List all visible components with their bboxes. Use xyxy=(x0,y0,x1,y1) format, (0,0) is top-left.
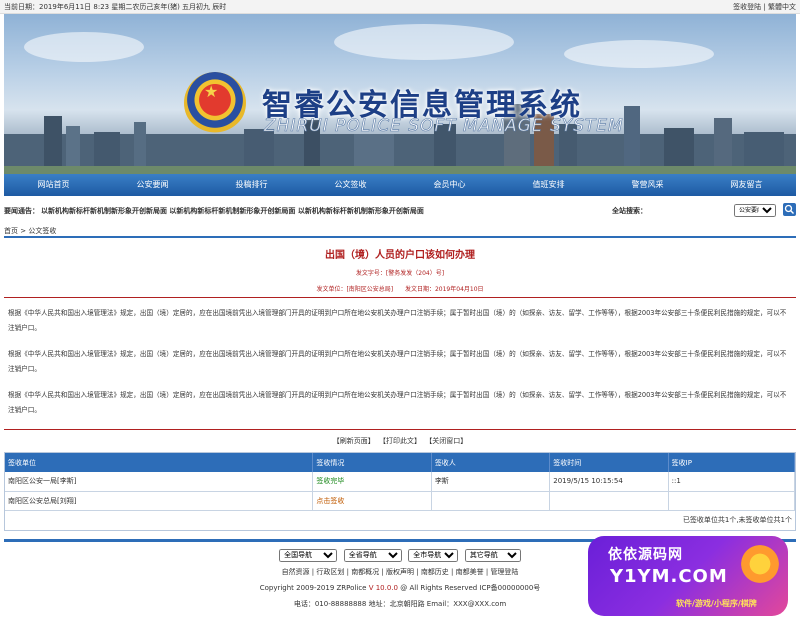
top-bar: 当前日期：2019年6月11日 8:23 星期二农历己亥年(猪) 五月初九 辰时… xyxy=(0,0,800,14)
copyright-text: Copyright 2009-2019 ZRPolice xyxy=(259,583,367,592)
site-banner: ★ 智睿公安信息管理系统 ZHIRUI POLICE SOFT MANAGE S… xyxy=(4,14,796,174)
table-cell xyxy=(549,491,669,511)
article-paragraph: 根据《中华人民共和国出入境管理法》规定，出国（境）定居的，应在出国境前凭出入境管… xyxy=(8,350,787,373)
sign-table-container: 签收单位 签收情况 签收人 签收时间 签收IP 南阳区公安一局[李斯] 签收完毕… xyxy=(4,452,796,531)
notice-ticker[interactable]: 以新机构新标杆新机制新形象开创新局面 以新机构新标杆新机制新形象开创新局面 以新… xyxy=(41,206,424,216)
search-label: 全站搜索： xyxy=(612,207,647,215)
city-nav-select[interactable]: 全市导航 xyxy=(408,548,459,562)
article-paragraph: 根据《中华人民共和国出入境管理法》规定，出国（境）定居的，应在出国境前凭出入境管… xyxy=(8,391,787,414)
footer-link[interactable]: 南都历史 xyxy=(421,568,449,576)
issue-date: 发文日期：2019年04月10日 xyxy=(404,286,484,293)
divider xyxy=(4,297,796,298)
nav-document-sign[interactable]: 公文签收 xyxy=(301,174,400,196)
article-meta: 发文单位：[南阳区公安总局] 发文日期：2019年04月10日 xyxy=(4,284,796,293)
table-row: 南阳区公安总局[刘翔] 点击签收 xyxy=(5,491,796,511)
table-cell: 2019/5/15 10:15:54 xyxy=(549,472,669,492)
print-article-link[interactable]: 【打印此文】 xyxy=(379,437,421,445)
breadcrumb[interactable]: 首页 > 公文签收 xyxy=(4,226,796,238)
footer-link[interactable]: 自然资源 xyxy=(282,568,310,576)
traditional-chinese-link[interactable]: 繁體中文 xyxy=(768,3,796,11)
table-cell xyxy=(431,491,551,511)
nav-duty-schedule[interactable]: 值班安排 xyxy=(499,174,598,196)
nav-police-gallery[interactable]: 警营风采 xyxy=(598,174,697,196)
issuing-unit: 发文单位：[南阳区公安总局] xyxy=(316,286,394,293)
refresh-page-link[interactable]: 【刷新页面】 xyxy=(333,437,375,445)
status-signed: 签收完毕 xyxy=(312,472,432,492)
column-header: 签收单位 xyxy=(5,453,314,472)
footer-link[interactable]: 版权声明 xyxy=(386,568,414,576)
watermark-logo-icon xyxy=(736,540,784,588)
column-header: 签收时间 xyxy=(549,453,669,472)
sign-in-link[interactable]: 签收登陆 xyxy=(733,3,761,11)
provincial-nav-select[interactable]: 全省导航 xyxy=(343,548,402,562)
table-header-row: 签收单位 签收情况 签收人 签收时间 签收IP xyxy=(5,453,796,472)
nav-home[interactable]: 网站首页 xyxy=(4,174,103,196)
footer-link[interactable]: 南都概况 xyxy=(351,568,379,576)
footer-link[interactable]: 南都美誉 xyxy=(456,568,484,576)
footer-link[interactable]: 行政区划 xyxy=(316,568,344,576)
nav-guestbook[interactable]: 网友留言 xyxy=(697,174,796,196)
table-cell: 南阳区公安一局[李斯] xyxy=(5,472,314,492)
search-icon xyxy=(784,204,794,214)
article-paragraph: 根据《中华人民共和国出入境管理法》规定，出国（境）定居的，应在出国境前凭出入境管… xyxy=(8,309,787,332)
star-icon: ★ xyxy=(204,82,219,101)
click-to-sign-link[interactable]: 点击签收 xyxy=(312,491,432,511)
sign-table: 签收单位 签收情况 签收人 签收时间 签收IP 南阳区公安一局[李斯] 签收完毕… xyxy=(5,453,796,511)
version: V 10.0.0 xyxy=(368,583,398,592)
other-nav-select[interactable]: 其它导航 xyxy=(464,548,521,562)
notice-label: 要闻通告： xyxy=(4,207,39,215)
nav-member-center[interactable]: 会员中心 xyxy=(400,174,499,196)
table-cell: 李斯 xyxy=(431,472,551,492)
column-header: 签收人 xyxy=(431,453,551,472)
watermark-domain: Y1YM.COM xyxy=(610,566,728,587)
column-header: 签收IP xyxy=(668,453,796,472)
search-button[interactable] xyxy=(783,203,796,216)
article-header: 出国（境）人员的户口该如何办理 发文字号：[警务发发（204）号] 发文单位：[… xyxy=(4,246,796,298)
table-row: 南阳区公安一局[李斯] 签收完毕 李斯 2019/5/15 10:15:54 :… xyxy=(5,472,796,492)
watermark-tagline: 软件/游戏/小程序/棋牌 xyxy=(676,599,757,608)
main-nav: 网站首页 公安要闻 投稿排行 公文签收 会员中心 值班安排 警营风采 网友留言 xyxy=(4,174,796,196)
document-number: 发文字号：[警务发发（204）号] xyxy=(355,270,445,277)
table-cell: ::1 xyxy=(668,472,796,492)
table-cell xyxy=(668,491,796,511)
divider xyxy=(4,429,796,430)
admin-login-link[interactable]: 管理登陆 xyxy=(490,568,518,576)
copyright-rights: @ All Rights Reserved ICP备00000000号 xyxy=(400,583,541,592)
nav-police-news[interactable]: 公安要闻 xyxy=(103,174,202,196)
search-category-select[interactable]: 公安要闻 xyxy=(734,204,776,217)
nav-submission-ranking[interactable]: 投稿排行 xyxy=(202,174,301,196)
current-date: 当前日期：2019年6月11日 8:23 星期二农历己亥年(猪) 五月初九 辰时 xyxy=(4,2,227,11)
article-body: 根据《中华人民共和国出入境管理法》规定，出国（境）定居的，应在出国境前凭出入境管… xyxy=(4,306,796,418)
separator: | xyxy=(763,2,766,11)
table-cell: 南阳区公安总局[刘翔] xyxy=(5,491,314,511)
article-title: 出国（境）人员的户口该如何办理 xyxy=(325,250,475,261)
close-window-link[interactable]: 【关闭窗口】 xyxy=(425,437,467,445)
watermark-badge: 依依源码网 Y1YM.COM 软件/游戏/小程序/棋牌 xyxy=(588,536,788,616)
notice-bar: 要闻通告： 以新机构新标杆新机制新形象开创新局面 以新机构新标杆新机制新形象开创… xyxy=(4,196,796,226)
column-header: 签收情况 xyxy=(312,453,432,472)
top-links: 签收登陆 | 繁體中文 xyxy=(733,2,796,12)
national-nav-select[interactable]: 全国导航 xyxy=(279,548,338,562)
site-subtitle: ZHIRUI POLICE SOFT MANAGE SYSTEM xyxy=(264,116,624,137)
watermark-name: 依依源码网 xyxy=(608,547,683,563)
sign-summary: 已签收单位共1个,未签收单位共1个 xyxy=(682,515,792,524)
article-actions: 【刷新页面】 【打印此文】 【关闭窗口】 xyxy=(0,436,800,448)
